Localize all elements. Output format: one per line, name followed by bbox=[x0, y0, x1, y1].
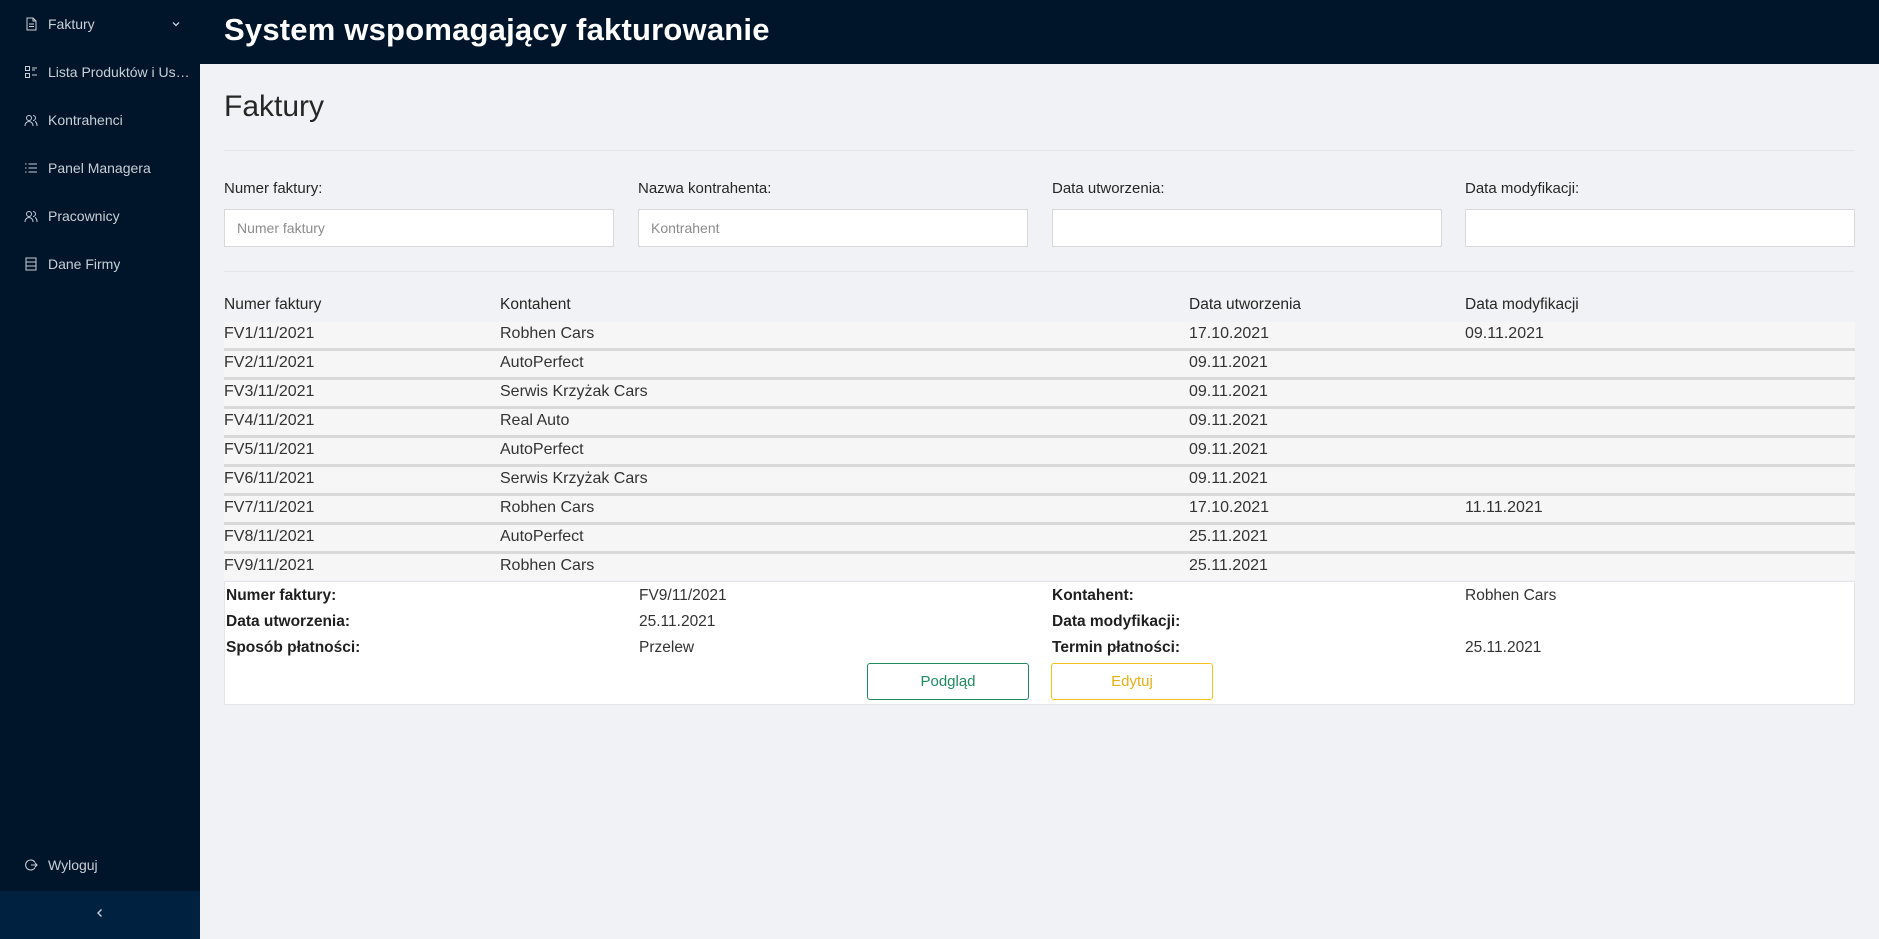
logout-icon bbox=[24, 858, 38, 872]
cell-invoice-number: FV1/11/2021 bbox=[224, 325, 315, 342]
created-date-input[interactable] bbox=[1052, 209, 1442, 247]
cell-contractor: Real Auto bbox=[500, 412, 570, 429]
sidebar-collapse-button[interactable] bbox=[0, 891, 200, 939]
cell-modified: 11.11.2021 bbox=[1465, 499, 1543, 516]
divider bbox=[224, 150, 1855, 151]
cell-invoice-number: FV7/11/2021 bbox=[224, 499, 315, 516]
cell-contractor: Robhen Cars bbox=[500, 325, 595, 342]
detail-label-contractor: Kontahent: bbox=[1052, 587, 1134, 604]
list-icon bbox=[24, 161, 38, 175]
sidebar-item-label: Pracownicy bbox=[48, 208, 120, 224]
detail-label-invoice-number: Numer faktury: bbox=[226, 587, 337, 604]
sidebar: Faktury Lista Produktów i Usług Kontrahe… bbox=[0, 0, 200, 939]
cell-contractor: AutoPerfect bbox=[500, 354, 584, 371]
sidebar-item-dane-firmy[interactable]: Dane Firmy bbox=[0, 240, 200, 288]
cell-invoice-number: FV4/11/2021 bbox=[224, 412, 315, 429]
table-row[interactable]: FV3/11/2021 Serwis Krzyżak Cars 09.11.20… bbox=[224, 380, 1855, 409]
cell-invoice-number: FV3/11/2021 bbox=[224, 383, 315, 400]
cell-contractor: Serwis Krzyżak Cars bbox=[500, 383, 648, 400]
cell-created: 09.11.2021 bbox=[1189, 354, 1268, 371]
detail-label-payment-due: Termin płatności: bbox=[1052, 639, 1181, 656]
filter-label-invoice-number: Numer faktury: bbox=[224, 180, 323, 197]
document-icon bbox=[24, 257, 38, 271]
detail-label-payment-method: Sposób płatności: bbox=[226, 639, 361, 656]
sidebar-item-label: Panel Managera bbox=[48, 160, 151, 176]
cell-contractor: Serwis Krzyżak Cars bbox=[500, 470, 648, 487]
logout-button[interactable]: Wyloguj bbox=[0, 841, 200, 889]
users-icon bbox=[24, 113, 38, 127]
sidebar-item-label: Lista Produktów i Usług bbox=[48, 64, 190, 80]
cell-created: 09.11.2021 bbox=[1189, 383, 1268, 400]
edit-button[interactable]: Edytuj bbox=[1051, 663, 1213, 700]
cell-invoice-number: FV2/11/2021 bbox=[224, 354, 315, 371]
cell-contractor: AutoPerfect bbox=[500, 528, 584, 545]
divider bbox=[224, 271, 1855, 272]
cell-created: 17.10.2021 bbox=[1189, 325, 1270, 342]
detail-value-invoice-number: FV9/11/2021 bbox=[639, 587, 727, 604]
cell-invoice-number: FV6/11/2021 bbox=[224, 470, 315, 487]
cell-invoice-number: FV9/11/2021 bbox=[224, 557, 315, 574]
cell-created: 17.10.2021 bbox=[1189, 499, 1270, 516]
sidebar-item-label: Dane Firmy bbox=[48, 256, 121, 272]
table-row[interactable]: FV1/11/2021 Robhen Cars 17.10.2021 09.11… bbox=[224, 322, 1855, 351]
cell-created: 25.11.2021 bbox=[1189, 557, 1268, 574]
table-row[interactable]: FV5/11/2021 AutoPerfect 09.11.2021 bbox=[224, 438, 1855, 467]
cell-contractor: Robhen Cars bbox=[500, 499, 595, 516]
sidebar-item-label: Kontrahenci bbox=[48, 112, 123, 128]
contractor-input[interactable] bbox=[638, 209, 1028, 247]
modified-date-input[interactable] bbox=[1465, 209, 1855, 247]
invoice-details-panel: Numer faktury: FV9/11/2021 Kontahent: Ro… bbox=[224, 581, 1855, 705]
cell-modified: 09.11.2021 bbox=[1465, 325, 1544, 342]
cell-invoice-number: FV5/11/2021 bbox=[224, 441, 315, 458]
app-title: System wspomagający fakturowanie bbox=[224, 12, 770, 47]
column-header-created[interactable]: Data utworzenia bbox=[1189, 296, 1301, 314]
column-header-modified[interactable]: Data modyfikacji bbox=[1465, 296, 1579, 314]
sidebar-item-panel-managera[interactable]: Panel Managera bbox=[0, 144, 200, 192]
column-header-contractor[interactable]: Kontahent bbox=[500, 296, 571, 314]
cell-invoice-number: FV8/11/2021 bbox=[224, 528, 315, 545]
detail-value-payment-method: Przelew bbox=[639, 639, 695, 656]
cell-created: 25.11.2021 bbox=[1189, 528, 1268, 545]
table-row[interactable]: FV4/11/2021 Real Auto 09.11.2021 bbox=[224, 409, 1855, 438]
preview-button[interactable]: Podgląd bbox=[867, 663, 1029, 700]
sidebar-item-products[interactable]: Lista Produktów i Usług bbox=[0, 48, 200, 96]
sidebar-item-faktury[interactable]: Faktury bbox=[0, 0, 200, 48]
page-title: Faktury bbox=[224, 90, 325, 123]
detail-value-created: 25.11.2021 bbox=[639, 613, 716, 630]
table-row[interactable]: FV2/11/2021 AutoPerfect 09.11.2021 bbox=[224, 351, 1855, 380]
sidebar-item-label: Faktury bbox=[48, 16, 95, 32]
filter-label-modified: Data modyfikacji: bbox=[1465, 180, 1580, 197]
product-list-icon bbox=[24, 65, 38, 79]
cell-created: 09.11.2021 bbox=[1189, 470, 1268, 487]
detail-label-created: Data utworzenia: bbox=[226, 613, 351, 630]
sidebar-item-kontrahenci[interactable]: Kontrahenci bbox=[0, 96, 200, 144]
sidebar-item-pracownicy[interactable]: Pracownicy bbox=[0, 192, 200, 240]
detail-value-payment-due: 25.11.2021 bbox=[1465, 639, 1542, 656]
table-row[interactable]: FV8/11/2021 AutoPerfect 25.11.2021 bbox=[224, 525, 1855, 554]
table-row[interactable]: FV6/11/2021 Serwis Krzyżak Cars 09.11.20… bbox=[224, 467, 1855, 496]
detail-value-contractor: Robhen Cars bbox=[1465, 587, 1557, 604]
table-row[interactable]: FV7/11/2021 Robhen Cars 17.10.2021 11.11… bbox=[224, 496, 1855, 525]
cell-created: 09.11.2021 bbox=[1189, 441, 1268, 458]
column-header-invoice-number[interactable]: Numer faktury bbox=[224, 296, 321, 314]
invoice-number-input[interactable] bbox=[224, 209, 614, 247]
filter-label-contractor: Nazwa kontrahenta: bbox=[638, 180, 772, 197]
top-header: System wspomagający fakturowanie bbox=[200, 0, 1879, 64]
chevron-down-icon[interactable] bbox=[170, 17, 182, 29]
logout-label: Wyloguj bbox=[48, 857, 98, 873]
cell-created: 09.11.2021 bbox=[1189, 412, 1268, 429]
cell-contractor: AutoPerfect bbox=[500, 441, 584, 458]
filter-label-created: Data utworzenia: bbox=[1052, 180, 1165, 197]
cell-contractor: Robhen Cars bbox=[500, 557, 595, 574]
detail-label-modified: Data modyfikacji: bbox=[1052, 613, 1181, 630]
team-icon bbox=[24, 209, 38, 223]
table-row-selected[interactable]: FV9/11/2021 Robhen Cars 25.11.2021 bbox=[224, 554, 1855, 580]
file-icon bbox=[24, 17, 38, 31]
chevron-left-icon bbox=[94, 906, 106, 924]
